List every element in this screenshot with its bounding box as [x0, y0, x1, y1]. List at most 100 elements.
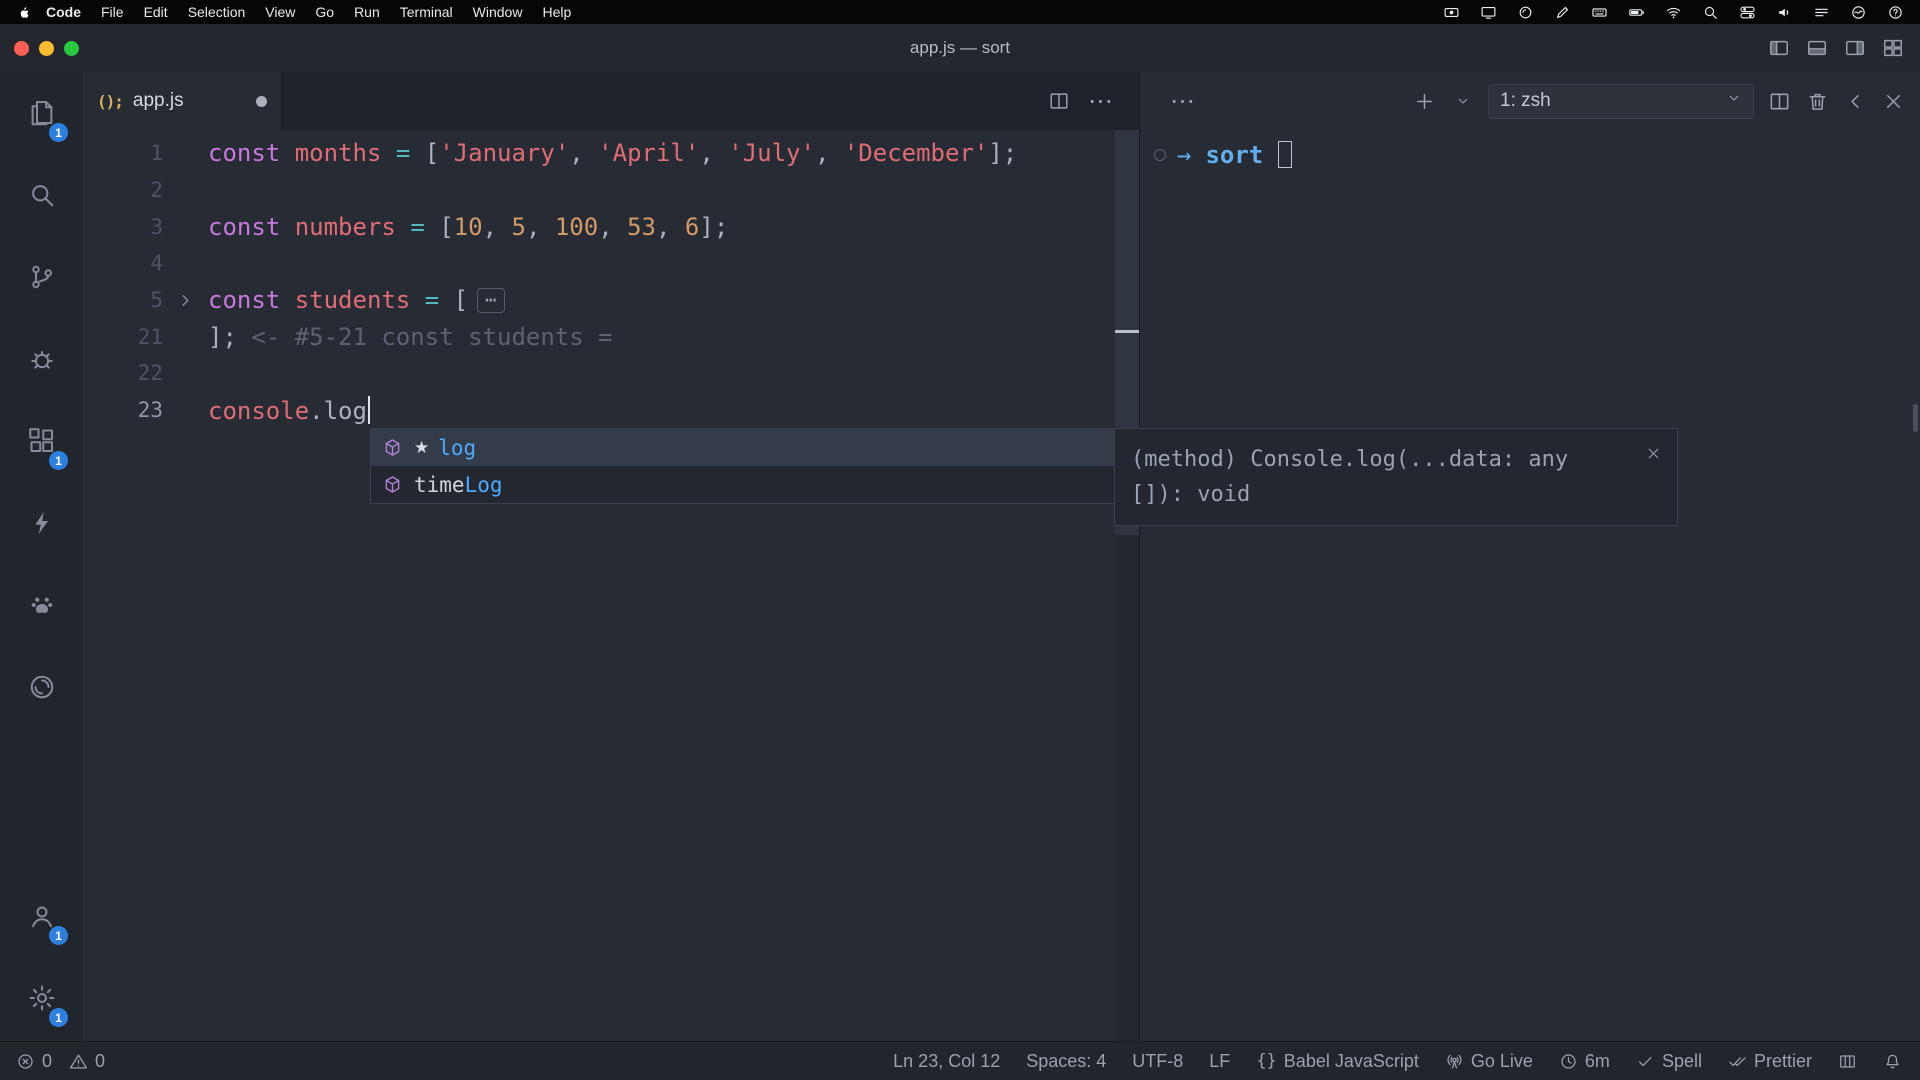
menu-code[interactable]: Code [36, 4, 91, 20]
swirl-icon[interactable] [1512, 3, 1538, 21]
menu-view[interactable]: View [255, 4, 305, 20]
token: , [483, 213, 512, 241]
activity-bar-item-run-debug[interactable] [0, 318, 83, 400]
panel-bottom-icon[interactable] [1805, 37, 1828, 60]
editor-scrollbar[interactable] [1115, 130, 1139, 1041]
status-item-notifications[interactable] [1883, 1052, 1902, 1071]
kill-terminal-icon[interactable] [1805, 89, 1830, 114]
code-line-4[interactable]: 4 [83, 245, 1115, 282]
display-icon[interactable] [1475, 3, 1501, 21]
activity-bar-item-accounts[interactable]: 1 [0, 875, 83, 957]
panel-right-icon[interactable] [1843, 37, 1866, 60]
pencil-icon[interactable] [1549, 3, 1575, 21]
status-item-spell[interactable]: Spell [1636, 1051, 1702, 1072]
list-icon[interactable] [1808, 3, 1834, 21]
code-line-2[interactable]: 2 [83, 172, 1115, 209]
launch-profile-chevron-icon[interactable] [1450, 89, 1475, 114]
token: log [324, 397, 367, 425]
code-line-3[interactable]: 3const numbers = [10, 5, 100, 53, 6]; [83, 208, 1115, 245]
double-check-icon [1728, 1052, 1747, 1071]
terminal-body[interactable]: → sort [1140, 130, 1920, 1041]
menu-help[interactable]: Help [532, 4, 581, 20]
status-item-cursor-position[interactable]: Ln 23, Col 12 [893, 1051, 1000, 1072]
suggestion-timeLog[interactable]: timeLog [371, 466, 1114, 503]
status-item-editor-layout[interactable] [1838, 1052, 1857, 1071]
status-item-go-live[interactable]: Go Live [1445, 1051, 1533, 1072]
status-item-label: UTF-8 [1132, 1051, 1183, 1072]
activity-bar-item-search[interactable] [0, 154, 83, 236]
code-editor[interactable]: 1const months = ['January', 'April', 'Ju… [83, 130, 1115, 1041]
code-line-1[interactable]: 1const months = ['January', 'April', 'Ju… [83, 135, 1115, 172]
terminal-more-actions-icon[interactable]: ⋯ [1170, 86, 1195, 116]
speaker-icon[interactable] [1771, 3, 1797, 21]
apple-menu-icon[interactable] [16, 3, 34, 21]
search-icon [27, 180, 57, 210]
code-line-22[interactable]: 22 [83, 355, 1115, 392]
split-terminal-icon[interactable] [1767, 89, 1792, 114]
menu-edit[interactable]: Edit [134, 4, 178, 20]
status-item-encoding[interactable]: UTF-8 [1132, 1051, 1183, 1072]
status-item-label: Spaces: 4 [1026, 1051, 1106, 1072]
status-item-timer[interactable]: 6m [1559, 1051, 1610, 1072]
collapse-panel-chevron-icon[interactable] [1843, 89, 1868, 114]
zoom-window-button[interactable] [64, 41, 79, 56]
menu-selection[interactable]: Selection [178, 4, 256, 20]
activity-bar-item-settings[interactable]: 1 [0, 957, 83, 1039]
status-item-eol[interactable]: LF [1209, 1051, 1230, 1072]
token [381, 139, 395, 167]
modified-indicator-icon[interactable] [256, 96, 267, 107]
battery-icon[interactable] [1623, 3, 1649, 21]
menu-window[interactable]: Window [463, 4, 533, 20]
panel-left-icon[interactable] [1767, 37, 1790, 60]
minimize-window-button[interactable] [39, 41, 54, 56]
keyboard-icon[interactable] [1586, 3, 1612, 21]
activity-bar-item-circle-extension[interactable] [0, 646, 83, 728]
menu-file[interactable]: File [91, 4, 134, 20]
new-terminal-icon[interactable] [1412, 89, 1437, 114]
status-item-indentation[interactable]: Spaces: 4 [1026, 1051, 1106, 1072]
status-item-language-mode[interactable]: {}Babel JavaScript [1256, 1051, 1419, 1072]
command-decoration-icon[interactable] [1154, 149, 1166, 161]
code-line-5[interactable]: 5const students = [⋯ [83, 282, 1115, 319]
close-window-button[interactable] [14, 41, 29, 56]
status-item-warnings[interactable]: 0 [69, 1051, 105, 1072]
split-editor-icon[interactable] [1048, 90, 1070, 112]
tab-label: app.js [133, 90, 184, 112]
activity-bar-item-paw-extension[interactable] [0, 564, 83, 646]
siri-icon[interactable] [1845, 3, 1871, 21]
menu-go[interactable]: Go [305, 4, 344, 20]
status-item-prettier[interactable]: Prettier [1728, 1051, 1812, 1072]
token: students [295, 286, 411, 314]
token: , [569, 139, 598, 167]
menu-terminal[interactable]: Terminal [390, 4, 463, 20]
record-icon[interactable] [1438, 3, 1464, 21]
close-icon[interactable] [1645, 438, 1667, 460]
fold-chevron-icon[interactable] [163, 291, 208, 310]
layout-grid-icon[interactable] [1881, 37, 1904, 60]
search-icon[interactable] [1697, 3, 1723, 21]
code-text: const months = ['January', 'April', 'Jul… [208, 139, 1017, 167]
tab-app-js[interactable]: (); app.js [83, 72, 282, 130]
suggest-list: ★logtimeLog [371, 429, 1114, 503]
menu-run[interactable]: Run [344, 4, 390, 20]
close-panel-icon[interactable] [1881, 89, 1906, 114]
wifi-icon[interactable] [1660, 3, 1686, 21]
activity-bar-item-source-control[interactable] [0, 236, 83, 318]
activity-bar-item-lightning-extension[interactable] [0, 482, 83, 564]
status-item-label: Babel JavaScript [1284, 1051, 1419, 1072]
activity-bar-item-explorer[interactable]: 1 [0, 72, 83, 154]
folded-code-badge[interactable]: ⋯ [477, 288, 504, 313]
more-actions-icon[interactable]: ⋯ [1088, 91, 1113, 111]
suggestion-log[interactable]: ★log [371, 429, 1114, 466]
broadcast-icon [1445, 1052, 1464, 1071]
code-line-23[interactable]: 23console.log [83, 392, 1115, 429]
window-titlebar[interactable]: app.js — sort [0, 24, 1920, 72]
terminal-session-select[interactable]: 1: zsh [1488, 84, 1754, 119]
token [410, 286, 424, 314]
terminal-scrollbar-thumb[interactable] [1913, 404, 1918, 432]
code-line-21[interactable]: 21]; <- #5-21 const students = [83, 318, 1115, 355]
control-center-icon[interactable] [1734, 3, 1760, 21]
activity-bar-item-extensions[interactable]: 1 [0, 400, 83, 482]
status-item-errors[interactable]: 0 [16, 1051, 52, 1072]
help-icon[interactable] [1882, 3, 1908, 21]
